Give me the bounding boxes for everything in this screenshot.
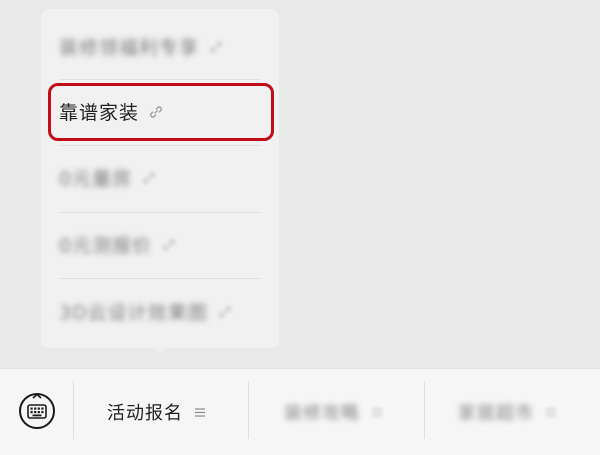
menu-lines-icon	[372, 407, 382, 417]
menu-item-welfare[interactable]: 装修领福利专享	[41, 14, 279, 79]
menu-item-label: 0元量房	[59, 168, 133, 190]
link-icon	[210, 40, 222, 53]
bar-separator	[248, 381, 249, 439]
keyboard-icon[interactable]	[18, 392, 56, 430]
menu-item-label: 3D云设计效果图	[59, 302, 208, 324]
menu-item-3d-design[interactable]: 3D云设计效果图	[41, 279, 279, 344]
bar-item-label: 装修攻略	[284, 403, 360, 424]
menu-lines-icon	[195, 407, 205, 417]
menu-item-label: 0元测报价	[59, 235, 153, 257]
popup-arrow	[152, 346, 168, 354]
bar-item-decoration-guide[interactable]: 装修攻略	[284, 369, 382, 455]
bar-item-activity-signup[interactable]: 活动报名	[107, 369, 205, 455]
menu-item-reliable-decoration[interactable]: 靠谱家装	[41, 79, 279, 144]
link-icon	[150, 105, 162, 118]
link-icon	[163, 238, 176, 251]
menu-item-label: 装修领福利专享	[59, 37, 200, 59]
bar-item-home-market[interactable]: 家居超市	[458, 369, 556, 455]
bar-separator	[424, 381, 425, 439]
menu-item-free-quote[interactable]: 0元测报价	[41, 212, 279, 277]
bar-item-label: 活动报名	[107, 403, 183, 424]
menu-lines-icon	[546, 407, 556, 417]
menu-item-label: 靠谱家装	[59, 102, 140, 124]
bar-item-label: 家居超市	[458, 403, 534, 424]
popup-menu: 装修领福利专享 靠谱家装 0元量房 0元测报价 3D云设计效果图	[41, 9, 279, 348]
link-icon	[143, 171, 156, 184]
bar-separator	[73, 381, 74, 439]
link-icon	[218, 305, 231, 318]
menu-item-free-measure[interactable]: 0元量房	[41, 145, 279, 210]
bottom-menu-bar: 活动报名 装修攻略 家居超市	[0, 368, 600, 455]
